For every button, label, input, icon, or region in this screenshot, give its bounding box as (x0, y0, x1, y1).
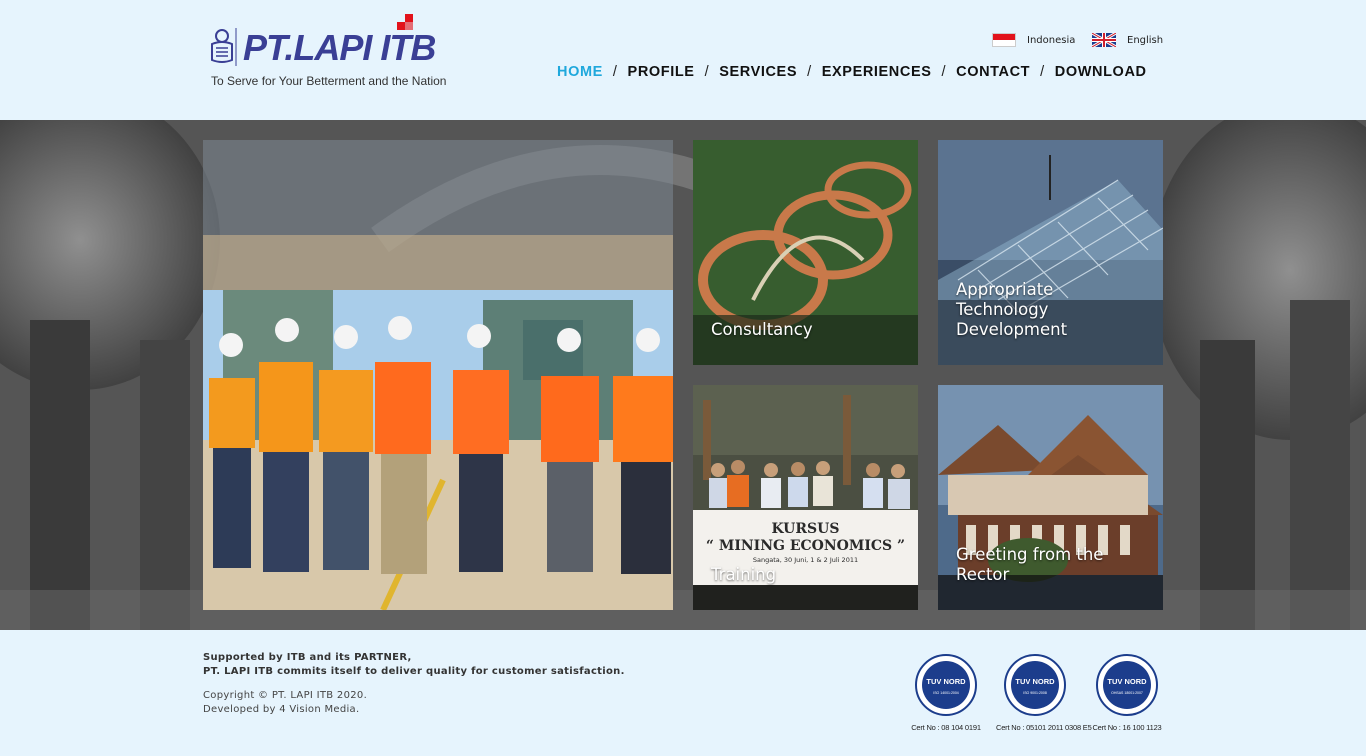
service-tile-consultancy[interactable]: Consultancy (693, 140, 918, 365)
tuv-nord-badge-icon: TUV NORD OHSAS 18001:2007 (1096, 654, 1158, 716)
service-tile-training[interactable]: KURSUS “ MINING ECONOMICS ” Sangata, 30 … (693, 385, 918, 610)
ganesha-emblem-icon (211, 28, 237, 66)
cert-number: Cert No : 08 104 0191 (911, 723, 981, 732)
cert-number: Cert No : 16 100 1123 (1092, 723, 1162, 732)
tile-label: Greeting from the Rector (956, 545, 1104, 584)
tuv-nord-badge-icon: TUV NORD ISO 14001:2004 (915, 654, 977, 716)
certification-iso-14001: TUV NORD ISO 14001:2004 Cert No : 08 104… (907, 654, 985, 732)
svg-text:OHSAS 18001:2007: OHSAS 18001:2007 (1111, 691, 1143, 695)
certification-iso-9001: TUV NORD ISO 9001:2008 Cert No : 05101 2… (996, 654, 1092, 732)
language-indonesia[interactable]: Indonesia (992, 33, 1075, 47)
brand-tagline: To Serve for Your Betterment and the Nat… (211, 74, 447, 88)
service-tile-appropriate-technology[interactable]: Appropriate Technology Development (938, 140, 1163, 365)
language-english[interactable]: English (1092, 33, 1163, 47)
tile-label: Appropriate Technology Development (956, 280, 1068, 339)
logo[interactable]: PT.LAPI ITB To Serve for Your Betterment… (207, 14, 467, 94)
banner-line-3: Sangata, 30 Juni, 1 & 2 Juli 2011 (752, 556, 859, 564)
support-statement: Supported by ITB and its PARTNER, PT. LA… (203, 652, 625, 677)
developer-text: Developed by 4 Vision Media. (203, 704, 360, 715)
nav-separator: / (612, 64, 618, 80)
nav-separator: / (941, 64, 947, 80)
language-label: English (1127, 34, 1164, 46)
nav-services[interactable]: SERVICES (719, 64, 797, 80)
svg-text:TUV NORD: TUV NORD (1107, 677, 1147, 686)
language-label: Indonesia (1027, 34, 1076, 46)
svg-text:ISO 9001:2008: ISO 9001:2008 (1023, 691, 1047, 695)
nav-profile[interactable]: PROFILE (628, 64, 695, 80)
copyright-block: Copyright © PT. LAPI ITB 2020. Developed… (203, 689, 367, 717)
flag-indonesia-icon (992, 33, 1016, 47)
banner-line-2: “ MINING ECONOMICS ” (705, 538, 906, 554)
tile-label: Consultancy (711, 320, 813, 339)
cert-number: Cert No : 05101 2011 0308 E5 (996, 723, 1092, 732)
nav-separator: / (704, 64, 710, 80)
brand-red-squares-icon (397, 14, 413, 30)
certification-ohsas-18001: TUV NORD OHSAS 18001:2007 Cert No : 16 1… (1088, 654, 1166, 732)
nav-contact[interactable]: CONTACT (956, 64, 1030, 80)
team-photo-image (203, 140, 673, 610)
main-nav: HOME / PROFILE / SERVICES / EXPERIENCES … (557, 63, 1147, 81)
nav-separator: / (1040, 64, 1045, 80)
featured-team-photo (203, 140, 673, 610)
svg-text:TUV NORD: TUV NORD (1015, 677, 1055, 686)
training-banner-text: KURSUS “ MINING ECONOMICS ” Sangata, 30 … (693, 521, 918, 565)
flag-uk-icon (1092, 33, 1116, 47)
tile-label: Training (711, 565, 777, 584)
svg-text:ISO 14001:2004: ISO 14001:2004 (933, 691, 959, 695)
copyright-text: Copyright © PT. LAPI ITB 2020. (203, 690, 368, 701)
hero-section: Consultancy Appropriate Technology Devel… (0, 120, 1366, 630)
nav-download[interactable]: DOWNLOAD (1055, 64, 1147, 80)
tuv-nord-badge-icon: TUV NORD ISO 9001:2008 (1004, 654, 1066, 716)
service-tile-rector-greeting[interactable]: Greeting from the Rector (938, 385, 1163, 610)
svg-text:TUV NORD: TUV NORD (926, 677, 966, 686)
nav-separator: / (807, 64, 812, 80)
nav-experiences[interactable]: EXPERIENCES (822, 64, 932, 80)
footer: Supported by ITB and its PARTNER, PT. LA… (0, 630, 1366, 756)
header: PT.LAPI ITB To Serve for Your Betterment… (0, 0, 1366, 120)
nav-home[interactable]: HOME (557, 64, 603, 80)
banner-line-1: KURSUS (771, 521, 840, 537)
